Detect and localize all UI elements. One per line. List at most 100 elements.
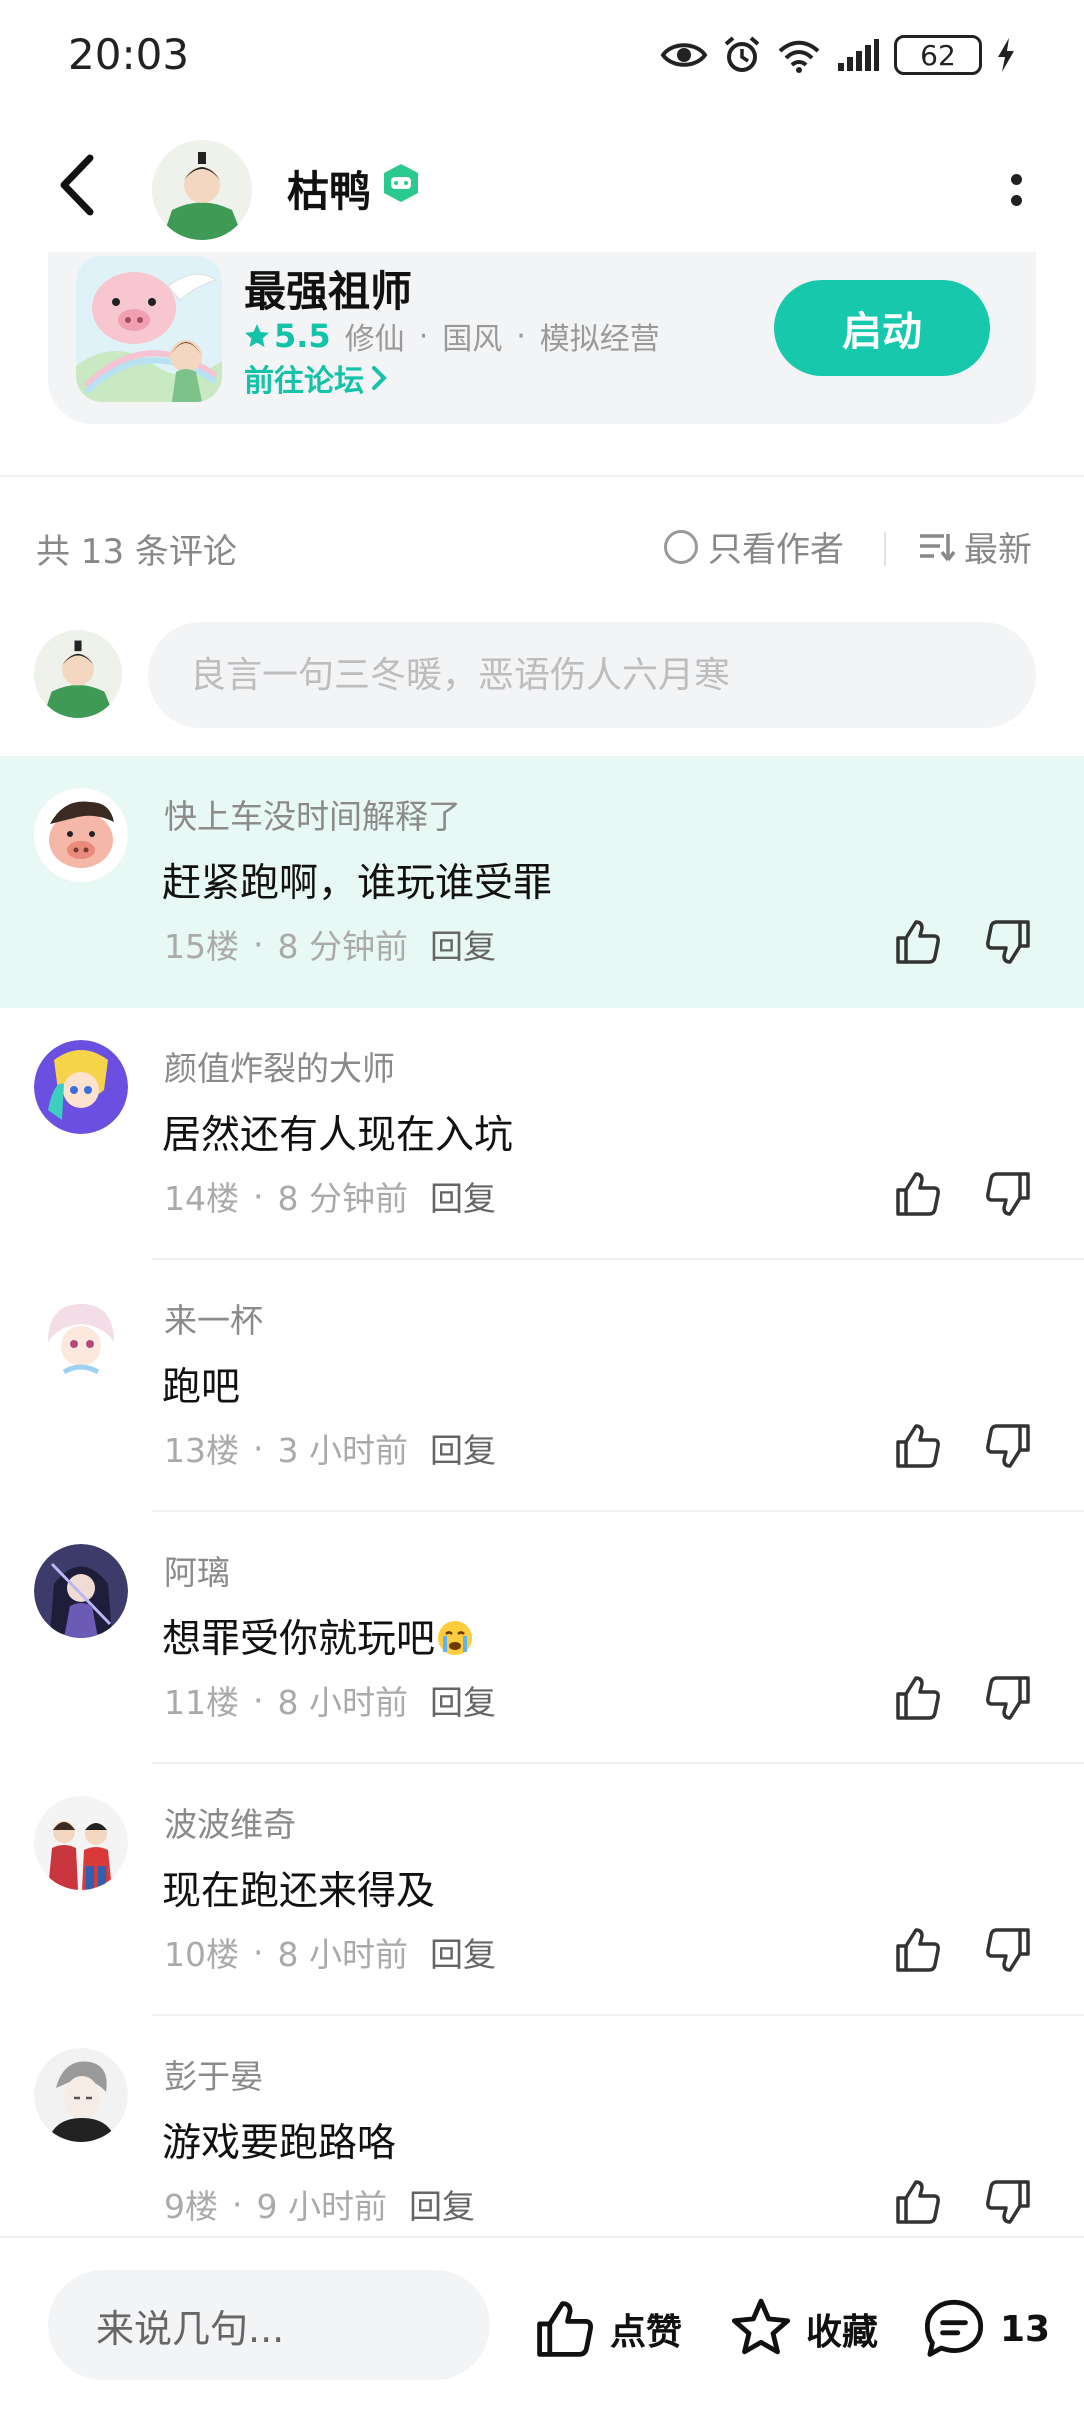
comment-time: 8 分钟前 xyxy=(277,1179,409,1218)
commenter-avatar[interactable] xyxy=(34,788,128,882)
avatar-illustration xyxy=(152,140,252,240)
commenter-name[interactable]: 颜值炸裂的大师 xyxy=(164,1042,395,1090)
comment-item[interactable]: 彭于晏 游戏要跑路咯 9楼 · 9 小时前 回复 xyxy=(0,2016,1084,2268)
thumbs-down-icon xyxy=(986,920,1030,964)
comment-time: 9 小时前 xyxy=(256,2187,388,2226)
dislike-button[interactable] xyxy=(982,1420,1034,1472)
like-post-button[interactable]: 点赞 xyxy=(532,2294,682,2364)
author-name[interactable]: 枯鸭 xyxy=(287,158,371,219)
sort-icon xyxy=(920,533,956,561)
thumbs-up-icon xyxy=(896,1676,940,1720)
commenter-name[interactable]: 快上车没时间解释了 xyxy=(164,790,461,838)
game-card[interactable]: 最强祖师 5.5 修仙 · 国风 · 模拟经营 前往论坛 启动 xyxy=(48,252,1036,424)
thumbs-down-icon xyxy=(986,2180,1030,2224)
commenter-avatar[interactable] xyxy=(34,1796,128,1890)
favorite-label: 收藏 xyxy=(806,2312,879,2353)
game-rating: 5.5 xyxy=(244,317,331,355)
reply-button[interactable]: 回复 xyxy=(430,1928,496,1976)
verified-badge-icon xyxy=(384,164,418,202)
meta-separator: · xyxy=(253,1932,264,1972)
like-button[interactable] xyxy=(892,1420,944,1472)
reply-button[interactable]: 回复 xyxy=(430,920,496,968)
forum-link[interactable]: 前往论坛 xyxy=(244,356,388,400)
comment-input[interactable] xyxy=(148,622,1036,728)
avatar-illustration xyxy=(34,2048,128,2142)
comment-meta: 11楼 · 8 小时前 回复 xyxy=(164,1676,496,1724)
comment-meta: 14楼 · 8 分钟前 回复 xyxy=(164,1172,496,1220)
commenter-avatar[interactable] xyxy=(34,2048,128,2142)
more-options-button[interactable] xyxy=(996,160,1036,220)
like-button[interactable] xyxy=(892,2176,944,2228)
comments-toolbar: 共 13 条评论 只看作者 最新 xyxy=(0,510,1084,580)
comment-item[interactable]: 颜值炸裂的大师 居然还有人现在入坑 14楼 · 8 分钟前 回复 xyxy=(0,1008,1084,1260)
comment-text: 居然还有人现在入坑 xyxy=(162,1113,514,1158)
thumbs-up-icon xyxy=(896,1172,940,1216)
reply-button[interactable]: 回复 xyxy=(430,1172,496,1220)
comment-floor: 14楼 xyxy=(164,1179,239,1218)
comment-item[interactable]: 来一杯 跑吧 13楼 · 3 小时前 回复 xyxy=(0,1260,1084,1512)
commenter-avatar[interactable] xyxy=(34,1292,128,1386)
comment-count: 共 13 条评论 xyxy=(36,532,237,572)
back-button[interactable] xyxy=(50,150,110,220)
thumbs-down-icon xyxy=(986,1172,1030,1216)
game-title[interactable]: 最强祖师 xyxy=(244,258,412,319)
thumbs-up-icon xyxy=(896,1424,940,1468)
star-icon xyxy=(245,324,269,347)
commenter-name[interactable]: 波波维奇 xyxy=(164,1798,296,1846)
separator xyxy=(884,532,886,566)
comment-floor: 13楼 xyxy=(164,1431,239,1470)
divider xyxy=(0,475,1084,477)
author-avatar[interactable] xyxy=(152,140,252,240)
comment-time: 8 小时前 xyxy=(277,1935,409,1974)
sort-button[interactable]: 最新 xyxy=(918,522,1032,571)
like-button[interactable] xyxy=(892,1672,944,1724)
comment-meta: 13楼 · 3 小时前 回复 xyxy=(164,1424,496,1472)
star-outline-icon xyxy=(731,2298,791,2355)
game-tag: 国风 xyxy=(442,322,503,357)
reply-button[interactable]: 回复 xyxy=(430,1676,496,1724)
comments-button[interactable]: 13 xyxy=(920,2294,1050,2364)
game-icon[interactable] xyxy=(76,256,222,402)
meta-separator: · xyxy=(253,1680,264,1720)
only-author-toggle[interactable]: 只看作者 xyxy=(664,522,844,571)
thumbs-down-icon xyxy=(986,1928,1030,1972)
comment-text: 游戏要跑路咯 xyxy=(162,2121,397,2166)
dislike-button[interactable] xyxy=(982,916,1034,968)
commenter-name[interactable]: 彭于晏 xyxy=(164,2050,263,2098)
sort-label: 最新 xyxy=(964,530,1032,570)
reply-button[interactable]: 回复 xyxy=(409,2180,475,2228)
dislike-button[interactable] xyxy=(982,2176,1034,2228)
dislike-button[interactable] xyxy=(982,1168,1034,1220)
status-bar: 20:03 62 xyxy=(0,0,1084,110)
tag-separator: · xyxy=(516,318,526,354)
eye-icon xyxy=(660,43,708,67)
commenter-name[interactable]: 来一杯 xyxy=(164,1294,263,1342)
commenter-name[interactable]: 阿璃 xyxy=(164,1546,230,1594)
favorite-button[interactable]: 收藏 xyxy=(728,2294,878,2364)
launch-button[interactable]: 启动 xyxy=(774,280,990,376)
dislike-button[interactable] xyxy=(982,1924,1034,1976)
like-button[interactable] xyxy=(892,1168,944,1220)
comment-floor: 9楼 xyxy=(164,2187,218,2226)
avatar-illustration xyxy=(34,788,128,882)
comment-text: 赶紧跑啊，谁玩谁受罪 xyxy=(162,861,553,906)
radio-icon xyxy=(664,529,698,564)
bottom-comment-input[interactable]: 来说几句... xyxy=(48,2270,490,2380)
avatar-illustration xyxy=(34,1040,128,1134)
comment-item[interactable]: 快上车没时间解释了 赶紧跑啊，谁玩谁受罪 15楼 · 8 分钟前 回复 xyxy=(0,756,1084,1008)
comment-item[interactable]: 阿璃 想罪受你就玩吧 11楼 · 8 小时前 回复 xyxy=(0,1512,1084,1764)
game-meta: 5.5 修仙 · 国风 · 模拟经营 xyxy=(244,314,660,358)
comment-floor: 15楼 xyxy=(164,927,239,966)
dislike-button[interactable] xyxy=(982,1672,1034,1724)
status-icons: 62 xyxy=(660,30,1016,80)
comment-time: 3 小时前 xyxy=(277,1431,409,1470)
signal-icon xyxy=(838,39,879,71)
like-button[interactable] xyxy=(892,916,944,968)
commenter-avatar[interactable] xyxy=(34,1040,128,1134)
reply-button[interactable]: 回复 xyxy=(430,1424,496,1472)
comment-meta: 10楼 · 8 小时前 回复 xyxy=(164,1928,496,1976)
comment-item[interactable]: 波波维奇 现在跑还来得及 10楼 · 8 小时前 回复 xyxy=(0,1764,1084,2016)
thumbs-up-icon xyxy=(896,2180,940,2224)
like-button[interactable] xyxy=(892,1924,944,1976)
commenter-avatar[interactable] xyxy=(34,1544,128,1638)
